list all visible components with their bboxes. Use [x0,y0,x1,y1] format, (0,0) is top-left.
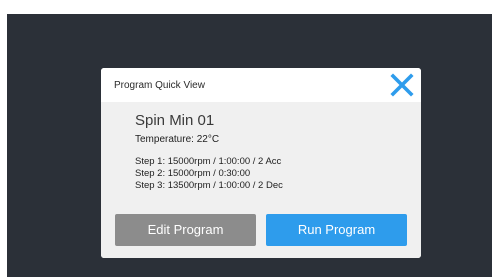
dialog-header: Program Quick View [101,68,421,102]
run-program-button[interactable]: Run Program [266,214,407,246]
device-screen: Program Quick View Spin Min 01 Temperatu… [7,14,492,277]
program-step: Step 3: 13500rpm / 1:00:00 / 2 Dec [135,180,283,191]
dialog-title: Program Quick View [114,80,205,91]
dialog-body: Spin Min 01 Temperature: 22°C Step 1: 15… [101,102,421,258]
program-step: Step 2: 15000rpm / 0:30:00 [135,168,251,179]
program-quick-view-dialog: Program Quick View Spin Min 01 Temperatu… [101,68,421,258]
close-button[interactable] [389,72,415,98]
program-temperature: Temperature: 22°C [135,134,220,145]
edit-program-button[interactable]: Edit Program [115,214,256,246]
program-steps: Step 1: 15000rpm / 1:00:00 / 2 Acc Step … [135,156,283,192]
program-name: Spin Min 01 [135,112,215,129]
program-step: Step 1: 15000rpm / 1:00:00 / 2 Acc [135,156,282,167]
close-icon [390,73,414,97]
